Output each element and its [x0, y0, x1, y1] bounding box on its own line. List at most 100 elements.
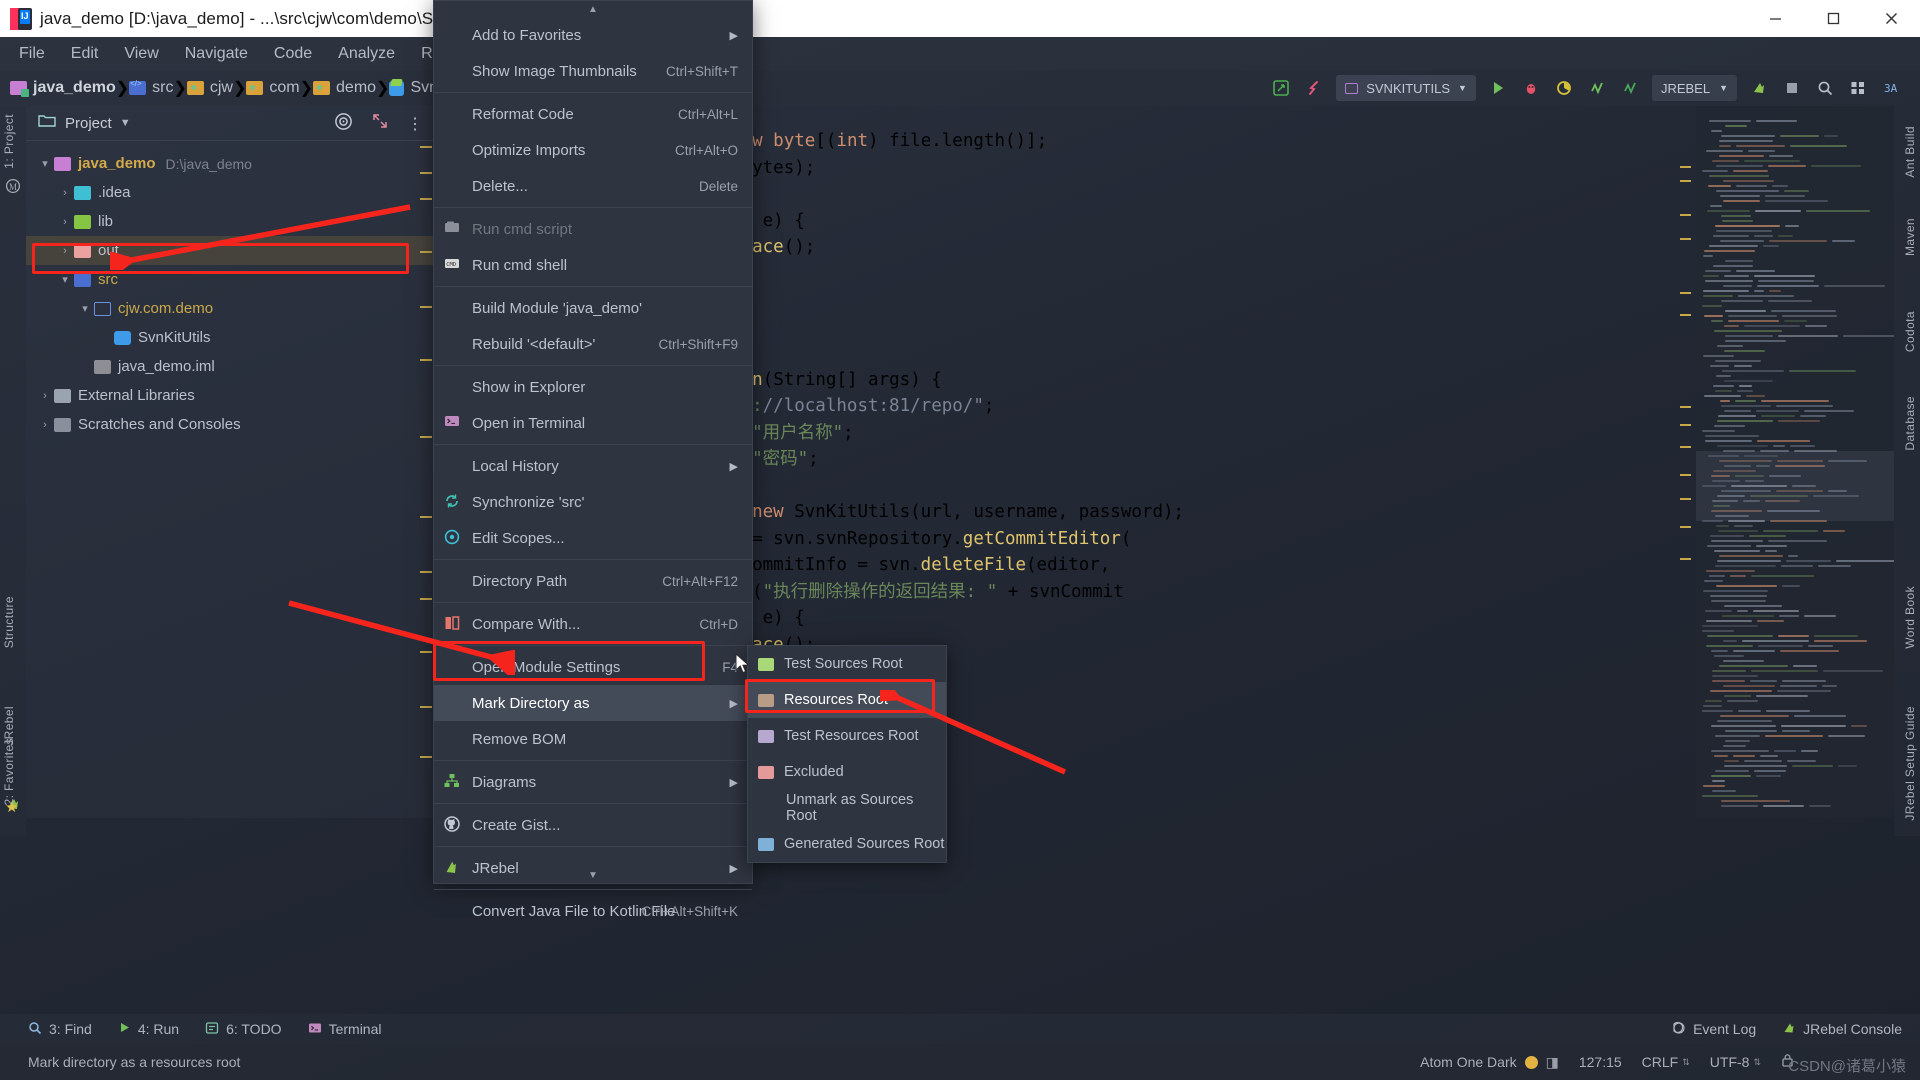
menu-analyze[interactable]: Analyze [325, 41, 408, 67]
breadcrumb-com[interactable]: com [246, 79, 299, 97]
layout-icon[interactable] [1847, 77, 1869, 99]
codota-icon[interactable]: M [5, 178, 21, 194]
mark-directory-as-submenu[interactable]: Test Sources RootResources RootTest Reso… [747, 645, 947, 863]
menu-item-edit-scopes[interactable]: Edit Scopes... [434, 520, 752, 556]
tool-tab-maven[interactable]: Maven [1903, 218, 1917, 256]
menu-item-synchronize-src[interactable]: Synchronize 'src' [434, 484, 752, 520]
menu-view[interactable]: View [111, 41, 171, 67]
jrebel-run-icon[interactable] [1748, 77, 1770, 99]
scroll-from-source-icon[interactable] [334, 112, 353, 136]
menu-navigate[interactable]: Navigate [172, 41, 261, 67]
tree-item-lib[interactable]: ›lib [26, 207, 436, 236]
jrebel-selector[interactable]: JREBEL ▼ [1652, 75, 1737, 101]
menu-edit[interactable]: Edit [58, 41, 112, 67]
menu-item-show-image-thumbnails[interactable]: Show Image ThumbnailsCtrl+Shift+T [434, 53, 752, 89]
tree-item-src[interactable]: ▾src [26, 265, 436, 294]
chevron-right-icon[interactable]: › [58, 187, 72, 199]
tool-tab-favorites[interactable]: 2: Favorites [2, 738, 16, 806]
editor-minimap[interactable] [1696, 106, 1894, 818]
submenu-item-excluded[interactable]: Excluded [748, 754, 946, 790]
scroll-down-arrow-icon[interactable]: ▼ [434, 867, 752, 883]
run-configuration-selector[interactable]: SVNKITUTILS ▼ [1336, 75, 1476, 101]
tree-item-java_demo[interactable]: ▾java_demoD:\java_demo [26, 149, 436, 178]
submenu-item-test-resources-root[interactable]: Test Resources Root [748, 718, 946, 754]
ant-build-icon[interactable] [1303, 77, 1325, 99]
tool-tab-database[interactable]: Database [1903, 396, 1917, 451]
stop-icon[interactable] [1781, 77, 1803, 99]
submenu-item-resources-root[interactable]: Resources Root [748, 682, 946, 718]
tool-tab-terminal[interactable]: Terminal [308, 1021, 382, 1038]
tool-tab-structure[interactable]: Structure [2, 596, 16, 648]
tool-tab-event-log[interactable]: Event Log [1672, 1021, 1756, 1038]
menu-item-local-history[interactable]: Local History▶ [434, 448, 752, 484]
chevron-right-icon[interactable]: › [58, 216, 72, 228]
breadcrumb-cjw[interactable]: cjw [187, 79, 233, 97]
menu-item-diagrams[interactable]: Diagrams▶ [434, 764, 752, 800]
breadcrumb-demo[interactable]: demo [313, 79, 376, 97]
menu-item-remove-bom[interactable]: Remove BOM [434, 721, 752, 757]
attach-profiler-icon[interactable] [1619, 77, 1641, 99]
line-separator-selector[interactable]: CRLF ⇅ [1642, 1054, 1690, 1070]
menu-item-show-in-explorer[interactable]: Show in Explorer [434, 369, 752, 405]
maximize-button[interactable] [1804, 0, 1862, 37]
breadcrumb-java_demo[interactable]: java_demo [10, 79, 116, 97]
tool-tab-ant-build[interactable]: Ant Build [1903, 126, 1917, 178]
run-with-coverage-icon[interactable] [1553, 77, 1575, 99]
tool-tab-find[interactable]: 3: Find [28, 1021, 92, 1038]
menu-item-create-gist[interactable]: Create Gist... [434, 807, 752, 843]
minimap-viewport[interactable] [1696, 451, 1894, 521]
tree-item-cjw-com-demo[interactable]: ▾cjw.com.demo [26, 294, 436, 323]
tool-tab-todo[interactable]: 6: TODO [205, 1021, 282, 1038]
menu-item-mark-directory-as[interactable]: Mark Directory as▶ [434, 685, 752, 721]
tool-tab-codota[interactable]: Codota [1903, 311, 1917, 352]
theme-indicator[interactable]: Atom One Dark ◨ [1420, 1054, 1559, 1071]
tree-item-scratches-and-consoles[interactable]: ›Scratches and Consoles [26, 410, 436, 439]
caret-position[interactable]: 127:15 [1579, 1054, 1622, 1070]
submenu-item-unmark-as-sources-root[interactable]: Unmark as Sources Root [748, 790, 946, 826]
submenu-item-generated-sources-root[interactable]: Generated Sources Root [748, 826, 946, 862]
tool-tab-run[interactable]: 4: Run [118, 1021, 179, 1037]
collapse-all-icon[interactable] [371, 112, 389, 135]
tree-item-external-libraries[interactable]: ›External Libraries [26, 381, 436, 410]
search-icon[interactable] [1814, 77, 1836, 99]
tool-tab-jrebel-console[interactable]: JRebel Console [1782, 1021, 1902, 1038]
menu-item-delete[interactable]: Delete...Delete [434, 168, 752, 204]
tool-tab-jrebel-setup[interactable]: JRebel Setup Guide [1903, 706, 1917, 821]
build-project-icon[interactable] [1270, 77, 1292, 99]
structure-search-icon[interactable]: 3A [1880, 77, 1902, 99]
chevron-right-icon[interactable]: › [38, 390, 52, 402]
marker-stripe[interactable] [420, 106, 432, 818]
menu-item-rebuild-default[interactable]: Rebuild '<default>'Ctrl+Shift+F9 [434, 326, 752, 362]
context-menu[interactable]: ▲ Add to Favorites▶Show Image Thumbnails… [433, 0, 753, 884]
chevron-down-icon[interactable]: ▾ [78, 302, 92, 315]
profiler-icon[interactable] [1586, 77, 1608, 99]
theme-switch-icon[interactable]: ◨ [1546, 1054, 1559, 1071]
menu-code[interactable]: Code [261, 41, 325, 67]
breadcrumb-src[interactable]: src [129, 79, 173, 97]
debug-icon[interactable] [1520, 77, 1542, 99]
run-icon[interactable] [1487, 77, 1509, 99]
tool-tab-project[interactable]: 1: Project [2, 114, 16, 169]
menu-item-add-to-favorites[interactable]: Add to Favorites▶ [434, 17, 752, 53]
menu-item-compare-with[interactable]: Compare With...Ctrl+D [434, 606, 752, 642]
menu-item-build-module-java_demo[interactable]: Build Module 'java_demo' [434, 290, 752, 326]
tree-item-out[interactable]: ›out [26, 236, 436, 265]
menu-item-directory-path[interactable]: Directory PathCtrl+Alt+F12 [434, 563, 752, 599]
chevron-right-icon[interactable]: › [58, 245, 72, 257]
menu-item-reformat-code[interactable]: Reformat CodeCtrl+Alt+L [434, 96, 752, 132]
submenu-item-test-sources-root[interactable]: Test Sources Root [748, 646, 946, 682]
minimize-button[interactable] [1746, 0, 1804, 37]
chevron-down-icon[interactable]: ▾ [38, 157, 52, 170]
tool-tab-word-book[interactable]: Word Book [1903, 586, 1917, 649]
close-button[interactable] [1862, 0, 1920, 37]
encoding-selector[interactable]: UTF-8 ⇅ [1710, 1054, 1761, 1070]
menu-item-open-module-settings[interactable]: Open Module SettingsF4 [434, 649, 752, 685]
editor-error-stripe[interactable] [1676, 106, 1696, 818]
scroll-up-arrow-icon[interactable]: ▲ [434, 1, 752, 17]
tree-item-java_demo-iml[interactable]: java_demo.iml [26, 352, 436, 381]
menu-item-convert-java-file-to-kotlin-file[interactable]: Convert Java File to Kotlin FileCtrl+Alt… [434, 893, 752, 929]
chevron-down-icon[interactable]: ▾ [58, 273, 72, 286]
menu-item-run-cmd-shell[interactable]: CMDRun cmd shell [434, 247, 752, 283]
menu-item-optimize-imports[interactable]: Optimize ImportsCtrl+Alt+O [434, 132, 752, 168]
tree-item-svnkitutils[interactable]: SvnKitUtils [26, 323, 436, 352]
